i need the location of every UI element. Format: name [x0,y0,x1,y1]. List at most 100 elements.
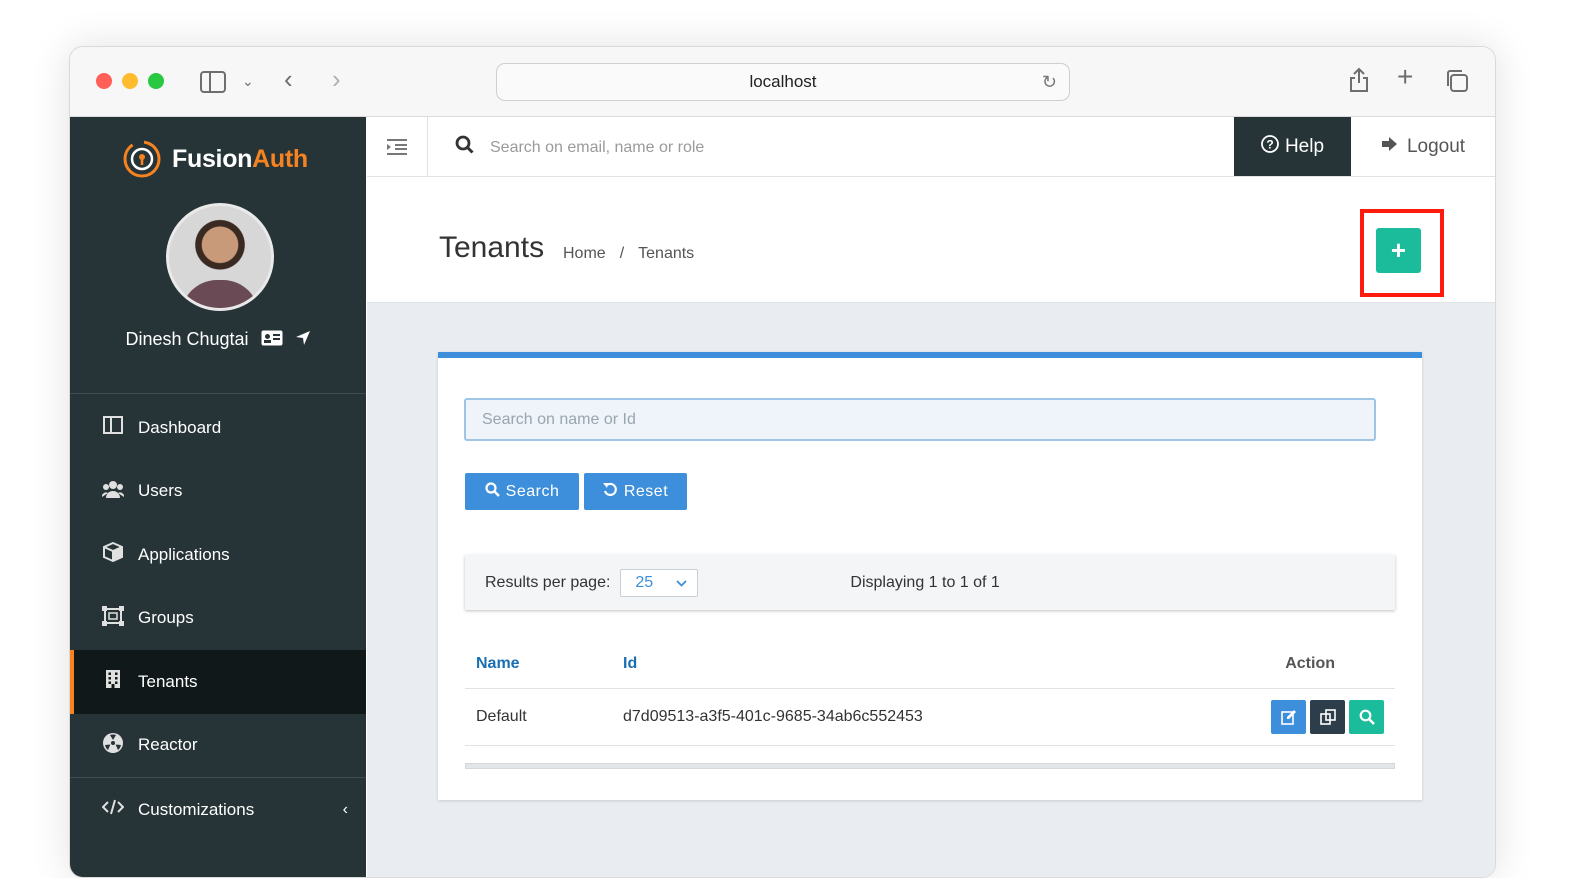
fusionauth-logo[interactable]: FusionAuth [122,139,308,179]
search-icon [455,135,474,160]
search-icon [1359,709,1375,725]
reload-icon[interactable]: ↻ [1042,72,1057,93]
sidebar-icon[interactable] [200,71,226,97]
tenants-table: Name Id Action Default d7d09513-a3f5-401… [465,640,1395,746]
chevron-down-icon[interactable]: ⌄ [242,71,254,91]
column-header-id[interactable]: Id [622,640,1169,689]
help-button[interactable]: ? Help [1234,117,1351,176]
back-icon[interactable]: ‹ [284,66,293,92]
groups-icon [102,605,124,631]
cube-icon [102,542,124,567]
sidebar-divider [70,393,366,394]
page-header: Tenants Home / Tenants + [367,177,1495,303]
tenant-name-cell: Default [465,688,622,746]
tabs-icon[interactable] [1445,69,1469,97]
breadcrumb-home[interactable]: Home [563,245,606,263]
sidebar-item-customizations[interactable]: Customizations ‹ [70,778,366,842]
table-row: Default d7d09513-a3f5-401c-9685-34ab6c55… [465,688,1395,746]
breadcrumb-current: Tenants [638,245,695,262]
sidebar-item-reactor[interactable]: Reactor [70,714,366,778]
zoom-window-button[interactable] [148,73,164,89]
copy-icon [1319,709,1336,725]
add-tenant-button[interactable]: + [1376,228,1421,273]
sidebar-item-label: Customizations [138,799,255,819]
address-bar[interactable]: localhost ↻ [496,63,1070,101]
column-header-action: Action [1168,640,1395,689]
horizontal-scrollbar[interactable] [465,763,1395,769]
sidebar-item-tenants[interactable]: Tenants [70,650,366,714]
sign-out-icon [1381,136,1399,158]
new-tab-icon[interactable]: + [1397,63,1413,91]
sidebar-item-users[interactable]: Users [70,460,366,524]
user-info: Dinesh Chugtai [70,329,366,350]
edit-tenant-button[interactable] [1271,700,1306,734]
sidebar-item-label: Users [138,481,183,501]
sidebar-nav: Dashboard Users Applications Groups Tena… [70,396,366,842]
reactor-icon [102,732,124,759]
close-window-button[interactable] [96,73,112,89]
search-button[interactable]: Search [465,473,579,510]
sidebar-item-applications[interactable]: Applications [70,523,366,587]
tenant-search-input[interactable] [464,398,1376,441]
main-content: ? Help Logout Tenants Home / Tenants + [367,117,1495,877]
column-header-name[interactable]: Name [465,640,622,689]
menu-indent-icon [387,138,407,155]
search-button-label: Search [505,482,560,500]
sidebar-divider [70,777,366,778]
sidebar-item-label: Reactor [138,735,198,755]
tenant-actions-cell [1168,688,1395,746]
brand-name-part1: Fusion [172,144,253,173]
browser-titlebar: ⌄ ‹ › localhost ↻ + [70,47,1495,117]
displaying-count: Displaying 1 to 1 of 1 [850,573,1000,591]
view-tenant-button[interactable] [1349,700,1384,734]
dashboard-icon [102,416,124,439]
user-name: Dinesh Chugtai [125,329,249,349]
reset-button[interactable]: Reset [584,473,687,510]
page-title: Tenants [439,231,545,264]
sidebar-item-dashboard[interactable]: Dashboard [70,396,366,460]
results-per-page-value: 25 [635,573,654,591]
table-header-row: Name Id Action [465,640,1395,689]
forward-icon[interactable]: › [332,66,341,92]
chevron-down-icon [676,574,688,592]
app-root: FusionAuth Dinesh Chugtai Dashboard User… [70,117,1495,877]
browser-window: ⌄ ‹ › localhost ↻ + FusionAuth Dinesh Ch… [69,46,1496,878]
menu-toggle-button[interactable] [367,117,428,176]
reset-button-label: Reset [623,482,669,500]
logout-button[interactable]: Logout [1351,117,1495,176]
tenants-panel: Search Reset Results per page: 25 Displa… [438,352,1422,800]
minimize-window-button[interactable] [122,73,138,89]
results-per-page-label: Results per page: [485,573,611,591]
sidebar-item-groups[interactable]: Groups [70,587,366,651]
avatar[interactable] [166,203,274,311]
sidebar-item-label: Groups [138,608,194,628]
help-label: Help [1284,135,1325,157]
share-icon[interactable] [1348,67,1370,97]
logout-label: Logout [1406,135,1466,157]
sidebar: FusionAuth Dinesh Chugtai Dashboard User… [70,117,366,877]
code-icon [101,799,125,820]
question-circle-icon: ? [1261,134,1279,159]
edit-icon [1280,710,1296,725]
top-search [455,135,992,160]
duplicate-tenant-button[interactable] [1310,700,1345,734]
fusionauth-logo-icon [123,140,161,178]
sidebar-item-label: Tenants [138,671,198,691]
breadcrumb-separator: / [619,245,625,262]
location-arrow-icon[interactable] [295,330,311,350]
users-icon [101,480,125,503]
chevron-left-icon[interactable]: ‹ [343,801,348,819]
results-per-page-select[interactable]: 25 [620,568,699,597]
tenant-id-cell: d7d09513-a3f5-401c-9685-34ab6c552453 [622,688,1169,746]
top-bar: ? Help Logout [367,117,1495,177]
search-icon [485,481,500,502]
sidebar-item-label: Applications [138,544,230,564]
breadcrumb: Home / Tenants [563,245,694,263]
brand-name-part2: Auth [252,144,308,173]
svg-text:?: ? [1266,137,1273,151]
url-text: localhost [749,72,817,91]
plus-icon: + [1390,235,1407,265]
id-card-icon[interactable] [261,330,283,350]
undo-icon [602,482,618,502]
top-search-input[interactable] [488,137,992,158]
